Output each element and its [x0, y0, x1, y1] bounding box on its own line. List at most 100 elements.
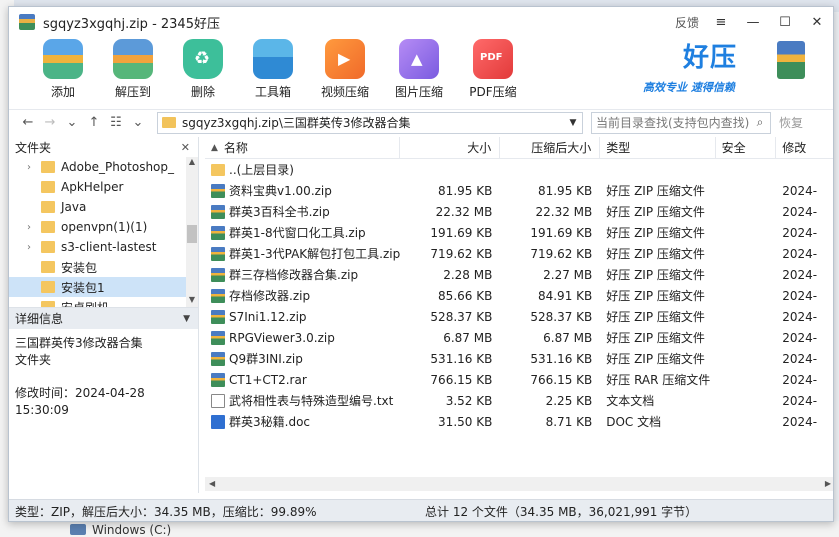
left-panel: 文件夹 ✕ › Adobe_Photoshop_ ApkHelper Java … — [9, 137, 199, 493]
file-row[interactable]: 武将相性表与特殊造型编号.txt 3.52 KB 2.25 KB 文本文档 2024- — [205, 390, 833, 411]
file-name-cell[interactable]: 存档修改器.zip — [205, 287, 400, 304]
brand-logo: 好压 高效专业 速得信赖 — [643, 37, 805, 101]
history-dropdown-icon[interactable]: ⌄ — [61, 115, 83, 130]
file-row[interactable]: ..(上层目录) — [205, 159, 833, 180]
file-size: 81.95 KB — [438, 183, 493, 198]
chevron-down-icon[interactable]: ▼ — [183, 314, 190, 324]
archive-file-icon — [211, 288, 225, 303]
file-row[interactable]: Q9群3INI.zip 531.16 KB 531.16 KB 好压 ZIP 压缩文件… — [205, 348, 833, 369]
file-name: RPGViewer3.0.zip — [229, 330, 335, 345]
file-row[interactable]: 群三存档修改器合集.zip 2.28 MB 2.27 MB 好压 ZIP 压缩文件 20… — [205, 264, 833, 285]
file-name-cell[interactable]: RPGViewer3.0.zip — [205, 330, 400, 345]
folder-icon — [162, 117, 176, 128]
feedback-button[interactable]: 反馈 — [669, 14, 705, 31]
file-name-cell[interactable]: 群英3百科全书.zip — [205, 203, 400, 220]
path-field[interactable]: sgqyz3xgqhj.zip\三国群英传3修改器合集 ▼ — [157, 111, 583, 134]
file-name-cell[interactable]: 群英3秘籍.doc — [205, 413, 400, 430]
file-compressed-size: 6.87 MB — [543, 330, 593, 345]
pdf-compress-button[interactable]: PDF压缩 — [463, 37, 523, 100]
file-row[interactable]: CT1+CT2.rar 766.15 KB 766.15 KB 好压 RAR 压缩文件… — [205, 369, 833, 390]
horizontal-scrollbar[interactable]: ◀ ▶ — [205, 477, 833, 491]
delete-button[interactable]: 删除 — [175, 37, 231, 100]
back-arrow-icon[interactable]: ← — [17, 115, 39, 130]
file-name-cell[interactable]: S7Ini1.12.zip — [205, 309, 400, 324]
column-header-compressed[interactable]: 压缩后大小 — [500, 136, 601, 159]
column-header-row: ▲ 名称 大小 压缩后大小 类型 安全 修改 — [205, 136, 833, 159]
video-compress-label: 视频压缩 — [320, 85, 369, 99]
file-modified: 2024- — [782, 414, 818, 429]
tree-item[interactable]: ApkHelper — [9, 177, 198, 197]
tree-item[interactable]: › openvpn(1)(1) — [9, 217, 198, 237]
file-row[interactable]: 存档修改器.zip 85.66 KB 84.91 KB 好压 ZIP 压缩文件 2024… — [205, 285, 833, 306]
tree-item[interactable]: Java — [9, 197, 198, 217]
view-mode-dropdown-icon[interactable]: ⌄ — [127, 115, 149, 130]
tree-item-label: 安装包1 — [61, 280, 105, 295]
scroll-down-icon[interactable]: ▼ — [186, 295, 198, 307]
file-name-cell[interactable]: 武将相性表与特殊造型编号.txt — [205, 392, 400, 409]
column-header-name[interactable]: ▲ 名称 — [205, 136, 401, 159]
close-icon[interactable]: ✕ — [181, 141, 190, 154]
scroll-thumb[interactable] — [187, 225, 197, 243]
tree-scrollbar[interactable]: ▲ ▼ — [186, 157, 198, 307]
video-compress-button[interactable]: 视频压缩 — [315, 37, 375, 100]
file-name-cell[interactable]: Q9群3INI.zip — [205, 350, 400, 367]
menu-icon[interactable]: ≡ — [705, 15, 737, 30]
path-text[interactable]: sgqyz3xgqhj.zip\三国群英传3修改器合集 — [182, 114, 564, 131]
column-header-type[interactable]: 类型 — [600, 136, 716, 159]
search-field[interactable]: 当前目录查找(支持包内查找) ⌕ — [591, 111, 771, 134]
file-name: 群英1-3代PAK解包打包工具.zip — [229, 247, 401, 261]
file-name-cell[interactable]: 资料宝典v1.00.zip — [205, 182, 400, 199]
file-name-cell[interactable]: 群三存档修改器合集.zip — [205, 266, 400, 283]
detail-kind: 文件夹 — [15, 353, 52, 367]
tree-item[interactable]: 安装包 — [9, 257, 198, 277]
tree-item[interactable]: › s3-client-lastest — [9, 237, 198, 257]
detail-panel-header[interactable]: 详细信息 ▼ — [9, 307, 198, 329]
image-compress-button[interactable]: 图片压缩 — [389, 37, 449, 100]
file-name-cell[interactable]: CT1+CT2.rar — [205, 372, 400, 387]
column-header-security[interactable]: 安全 — [716, 136, 777, 159]
extract-button[interactable]: 解压到 — [105, 37, 161, 100]
restore-button[interactable]: 恢复 — [779, 114, 803, 131]
file-row[interactable]: RPGViewer3.0.zip 6.87 MB 6.87 MB 好压 ZIP 压缩文… — [205, 327, 833, 348]
scroll-right-icon[interactable]: ▶ — [825, 477, 831, 491]
file-row[interactable]: 群英3百科全书.zip 22.32 MB 22.32 MB 好压 ZIP 压缩文件 20… — [205, 201, 833, 222]
close-button[interactable]: ✕ — [801, 15, 833, 30]
column-header-size[interactable]: 大小 — [400, 136, 501, 159]
file-compressed-size: 81.95 KB — [537, 183, 593, 198]
path-dropdown-icon[interactable]: ▼ — [564, 118, 582, 128]
search-icon[interactable]: ⌕ — [750, 115, 770, 130]
expand-icon[interactable]: › — [27, 242, 41, 253]
forward-arrow-icon[interactable]: → — [39, 115, 61, 130]
file-row[interactable]: 群英3秘籍.doc 31.50 KB 8.71 KB DOC 文档 2024- — [205, 411, 833, 432]
folder-icon — [41, 241, 55, 253]
file-name-cell[interactable]: 群英1-3代PAK解包打包工具.zip — [205, 245, 400, 262]
view-mode-icon[interactable]: ☷ — [105, 115, 127, 130]
add-button[interactable]: 添加 — [35, 37, 91, 100]
tree-item[interactable]: 安卓刷机 — [9, 297, 198, 307]
maximize-button[interactable]: ☐ — [769, 15, 801, 30]
column-header-modified[interactable]: 修改 — [776, 137, 833, 159]
expand-icon[interactable]: › — [27, 222, 41, 233]
minimize-button[interactable]: — — [737, 15, 769, 30]
search-input[interactable]: 当前目录查找(支持包内查找) — [596, 114, 750, 131]
file-row[interactable]: 资料宝典v1.00.zip 81.95 KB 81.95 KB 好压 ZIP 压缩文件… — [205, 180, 833, 201]
toolbox-button[interactable]: 工具箱 — [245, 37, 301, 100]
drive-label[interactable]: Windows (C:) — [92, 523, 171, 537]
scroll-up-icon[interactable]: ▲ — [186, 157, 198, 169]
file-type: DOC 文档 — [606, 415, 662, 429]
text-file-icon — [211, 393, 225, 408]
tree-item-selected[interactable]: 安装包1 — [9, 277, 198, 297]
up-arrow-icon[interactable]: ↑ — [83, 115, 105, 130]
file-row[interactable]: 群英1-3代PAK解包打包工具.zip 719.62 KB 719.62 KB 好压 … — [205, 243, 833, 264]
file-name-cell[interactable]: ..(上层目录) — [205, 161, 400, 178]
tree-item[interactable]: › Adobe_Photoshop_ — [9, 157, 198, 177]
recycle-bin-icon — [183, 39, 223, 79]
file-name-cell[interactable]: 群英1-8代窗口化工具.zip — [205, 224, 400, 241]
expand-icon[interactable]: › — [27, 162, 41, 173]
file-row[interactable]: S7Ini1.12.zip 528.37 KB 528.37 KB 好压 ZIP 压缩… — [205, 306, 833, 327]
file-row[interactable]: 群英1-8代窗口化工具.zip 191.69 KB 191.69 KB 好压 ZIP … — [205, 222, 833, 243]
scroll-left-icon[interactable]: ◀ — [209, 477, 215, 491]
folder-icon — [41, 201, 55, 213]
archive-file-icon — [211, 225, 225, 240]
file-name: Q9群3INI.zip — [229, 352, 303, 366]
